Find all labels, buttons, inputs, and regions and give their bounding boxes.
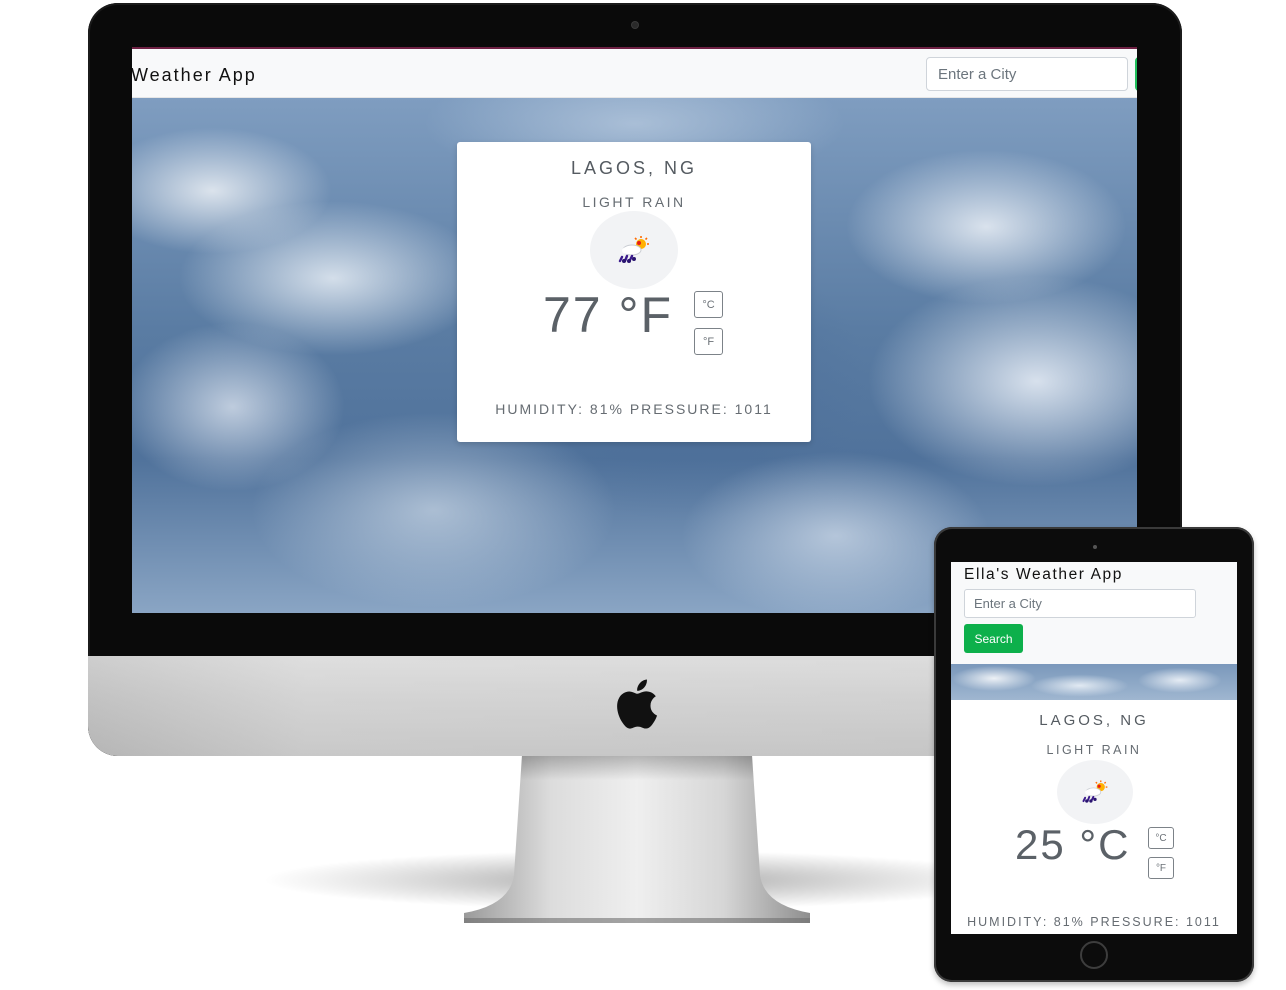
fahrenheit-button[interactable]: °F [694,328,723,355]
tablet-city-name: LAGOS, NG [1039,712,1149,729]
ipad-home-button [1080,941,1108,969]
ipad-camera [1093,545,1097,549]
tablet-city-search-input[interactable] [964,589,1196,618]
tablet-app-brand[interactable]: Ella's Weather App [964,566,1123,584]
desktop-navbar: Weather App [132,49,1137,98]
device-mockup-stage: Weather App LAGOS, NG LIGHT RAIN [0,0,1286,990]
rain-cloud-sun-icon [618,236,649,263]
weather-icon-container [590,211,678,289]
city-name: LAGOS, NG [570,158,698,178]
tablet-weather-description: LIGHT RAIN [1046,743,1142,757]
tablet-weather-icon-container [1057,760,1133,824]
tablet-navbar: Ella's Weather App Search [951,562,1237,664]
weather-description: LIGHT RAIN [582,194,686,210]
temperature-display: 77 °F [543,287,674,343]
city-search-input[interactable] [926,57,1128,91]
rain-cloud-sun-icon [1082,780,1108,803]
tablet-search-button[interactable]: Search [964,624,1023,653]
tablet-temperature-display: 25 °C [1015,821,1131,868]
tablet-weather-card: LAGOS, NG LIGHT RAIN 25 °C °C °F HUMIDIT… [951,700,1237,934]
imac-stand [464,755,810,923]
tablet-fahrenheit-button[interactable]: °F [1148,857,1174,879]
imac-camera [632,22,638,28]
weather-card: LAGOS, NG LIGHT RAIN 77 °F °C °F HUMIDIT… [457,142,811,442]
tablet-humidity-pressure-stats: HUMIDITY: 81% PRESSURE: 1011 [967,915,1221,929]
tablet-screen: Ella's Weather App Search LAGOS, NG LIGH… [951,562,1237,934]
apple-logo-icon [617,679,657,729]
humidity-pressure-stats: HUMIDITY: 81% PRESSURE: 1011 [495,401,773,417]
celsius-button[interactable]: °C [694,291,723,318]
ipad-frame: Ella's Weather App Search LAGOS, NG LIGH… [934,527,1254,982]
tablet-celsius-button[interactable]: °C [1148,827,1174,849]
app-brand[interactable]: Weather App [132,65,257,86]
search-button[interactable] [1135,57,1137,91]
tablet-cloud-background [951,664,1237,700]
